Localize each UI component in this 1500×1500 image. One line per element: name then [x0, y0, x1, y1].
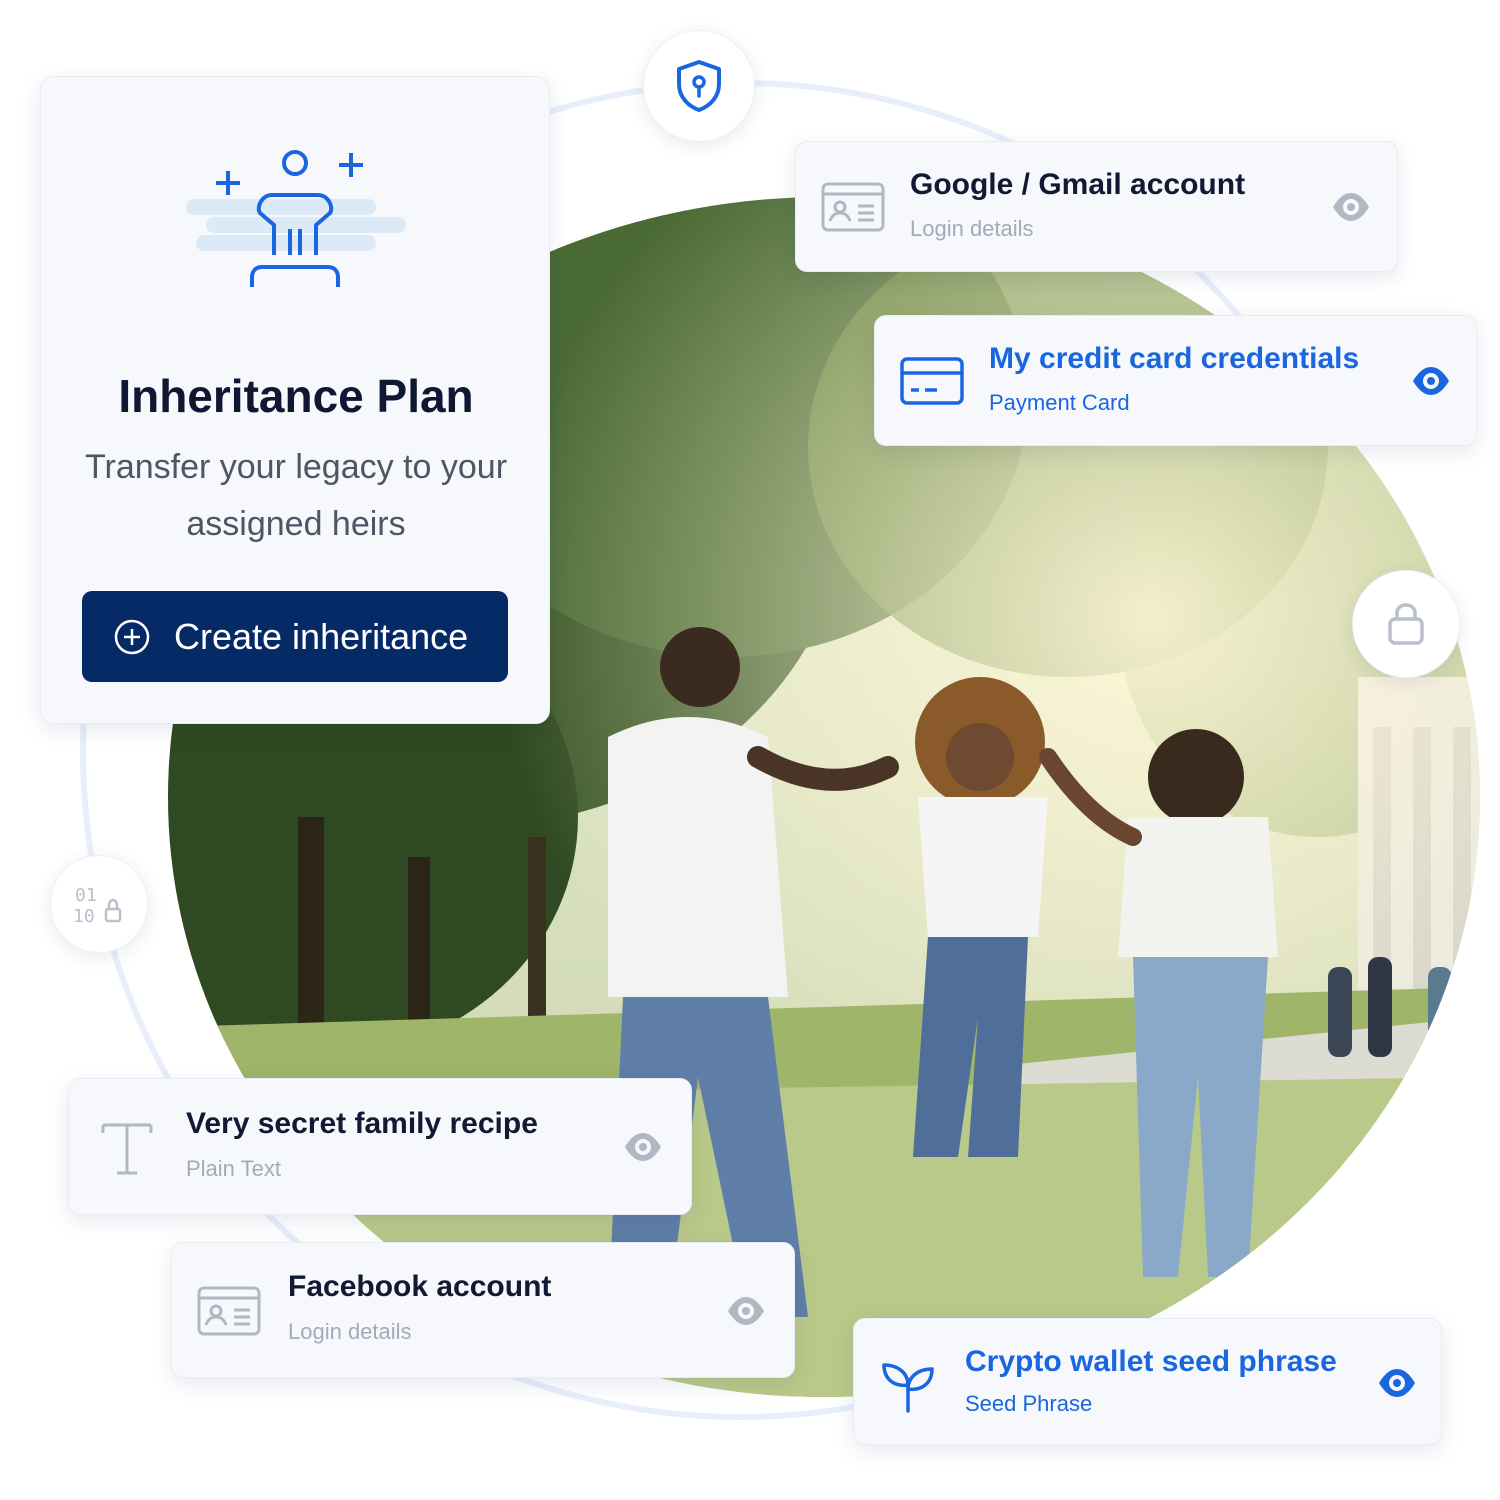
item-title: My credit card credentials	[989, 342, 1360, 375]
id-card-icon	[821, 182, 885, 232]
vault-item-recipe[interactable]: Very secret family recipe Plain Text	[68, 1078, 692, 1215]
eye-icon[interactable]	[1411, 364, 1451, 398]
item-title: Google / Gmail account	[910, 168, 1246, 201]
item-subtitle: Login details	[288, 1319, 412, 1344]
item-subtitle: Plain Text	[186, 1156, 281, 1181]
eye-icon[interactable]	[726, 1294, 766, 1328]
item-title: Facebook account	[288, 1270, 552, 1303]
id-card-icon	[197, 1286, 261, 1336]
item-title: Very secret family recipe	[186, 1107, 538, 1140]
vault-item-facebook[interactable]: Facebook account Login details	[171, 1242, 795, 1378]
svg-text:01: 01	[75, 885, 97, 906]
eye-icon[interactable]	[623, 1130, 663, 1164]
plan-description: Transfer your legacy to your assigned he…	[84, 448, 508, 543]
vault-item-google[interactable]: Google / Gmail account Login details	[795, 141, 1398, 272]
shield-icon	[677, 60, 721, 112]
inheritance-plan-card: Inheritance Plan Transfer your legacy to…	[40, 76, 550, 724]
credit-card-icon	[900, 357, 964, 405]
lock-icon	[1388, 603, 1424, 645]
vault-item-credit-card[interactable]: My credit card credentials Payment Card	[874, 315, 1477, 446]
eye-icon[interactable]	[1331, 190, 1371, 224]
vault-item-crypto[interactable]: Crypto wallet seed phrase Seed Phrase	[853, 1318, 1442, 1445]
plan-title: Inheritance Plan	[118, 370, 474, 422]
sprout-icon	[882, 1363, 934, 1413]
item-subtitle: Payment Card	[989, 390, 1130, 415]
binary-lock-node: 01 10	[50, 855, 148, 953]
eye-icon[interactable]	[1377, 1366, 1417, 1400]
binary-lock-icon: 01 10	[73, 885, 122, 927]
svg-text:10: 10	[73, 906, 95, 927]
item-subtitle: Seed Phrase	[965, 1391, 1093, 1416]
person-plus-icon	[186, 150, 406, 287]
plus-circle-icon	[114, 619, 150, 654]
shield-node	[643, 30, 755, 142]
item-title: Crypto wallet seed phrase	[965, 1345, 1337, 1378]
text-icon	[101, 1123, 153, 1175]
create-inheritance-button[interactable]: Create inheritance	[82, 591, 508, 682]
item-subtitle: Login details	[910, 216, 1034, 241]
create-inheritance-label: Create inheritance	[174, 615, 469, 657]
lock-node	[1352, 570, 1460, 678]
